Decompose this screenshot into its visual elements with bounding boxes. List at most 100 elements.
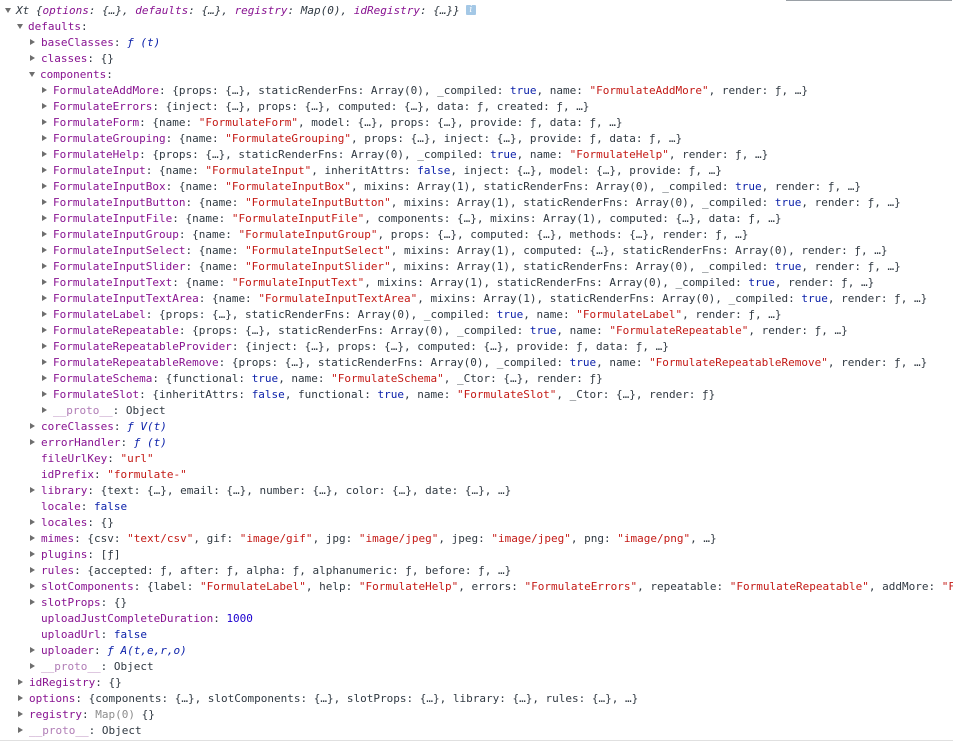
collapsed-triangle-icon[interactable] bbox=[30, 519, 35, 525]
property-value: : bbox=[80, 500, 94, 513]
property-row[interactable]: FormulateSlot: {inheritAttrs: false, fun… bbox=[41, 387, 715, 403]
collapsed-triangle-icon[interactable] bbox=[30, 567, 35, 573]
property-row[interactable]: FormulateInput: {name: "FormulateInput",… bbox=[41, 163, 722, 179]
collapsed-triangle-icon[interactable] bbox=[30, 583, 35, 589]
collapsed-triangle-icon[interactable] bbox=[42, 247, 47, 253]
property-value: , help: bbox=[305, 580, 359, 593]
property-row[interactable]: mimes: {csv: "text/csv", gif: "image/gif… bbox=[29, 531, 717, 547]
info-icon[interactable]: i bbox=[465, 5, 476, 15]
property-row[interactable]: idRegistry: {} bbox=[17, 675, 122, 691]
property-row[interactable]: classes: {} bbox=[29, 51, 114, 67]
property-value: "FormulateInputSlider" bbox=[245, 260, 391, 273]
property-row[interactable]: FormulateRepeatableRemove: {props: {…}, … bbox=[41, 355, 927, 371]
collapsed-triangle-icon[interactable] bbox=[42, 199, 47, 205]
property-key: FormulateInputFile bbox=[53, 212, 173, 225]
source-link-underline[interactable] bbox=[786, 0, 952, 1]
property-row[interactable]: __proto__: Object bbox=[41, 403, 166, 419]
property-row[interactable]: defaults: bbox=[17, 19, 88, 35]
collapsed-triangle-icon[interactable] bbox=[42, 359, 47, 365]
property-row[interactable]: FormulateInputGroup: {name: "FormulateIn… bbox=[41, 227, 748, 243]
collapsed-triangle-icon[interactable] bbox=[42, 151, 47, 157]
property-value: : {components: {…}, slotComponents: {…},… bbox=[75, 692, 639, 705]
property-row[interactable]: uploader: ƒ A(t,e,r,o) bbox=[29, 643, 187, 659]
property-value: , …} bbox=[690, 532, 717, 545]
property-row[interactable]: rules: {accepted: ƒ, after: ƒ, alpha: ƒ,… bbox=[29, 563, 511, 579]
property-row[interactable]: FormulateInputFile: {name: "FormulateInp… bbox=[41, 211, 782, 227]
collapsed-triangle-icon[interactable] bbox=[30, 663, 35, 669]
property-row[interactable]: baseClasses: ƒ (t) bbox=[29, 35, 160, 51]
collapsed-triangle-icon[interactable] bbox=[30, 55, 35, 61]
collapsed-triangle-icon[interactable] bbox=[42, 167, 47, 173]
collapsed-triangle-icon[interactable] bbox=[42, 103, 47, 109]
property-row[interactable]: library: {text: {…}, email: {…}, number:… bbox=[29, 483, 511, 499]
property-row[interactable]: FormulateInputText: {name: "FormulateInp… bbox=[41, 275, 874, 291]
collapsed-triangle-icon[interactable] bbox=[18, 727, 23, 733]
property-row[interactable]: FormulateInputSelect: {name: "FormulateI… bbox=[41, 243, 887, 259]
property-row[interactable]: FormulateAddMore: {props: {…}, staticRen… bbox=[41, 83, 808, 99]
expanded-triangle-icon[interactable] bbox=[5, 7, 11, 13]
property-row[interactable]: registry: Map(0) {} bbox=[17, 707, 155, 723]
collapsed-triangle-icon[interactable] bbox=[30, 39, 35, 45]
property-row[interactable]: locales: {} bbox=[29, 515, 114, 531]
property-row[interactable]: errorHandler: ƒ (t) bbox=[29, 435, 167, 451]
property-row[interactable]: FormulateInputSlider: {name: "FormulateI… bbox=[41, 259, 901, 275]
collapsed-triangle-icon[interactable] bbox=[42, 263, 47, 269]
collapsed-triangle-icon[interactable] bbox=[42, 407, 47, 413]
property-key: __proto__ bbox=[41, 660, 101, 673]
property-row[interactable]: FormulateErrors: {inject: {…}, props: {…… bbox=[41, 99, 589, 115]
property-row[interactable]: FormulateForm: {name: "FormulateForm", m… bbox=[41, 115, 623, 131]
property-row[interactable]: FormulateInputBox: {name: "FormulateInpu… bbox=[41, 179, 861, 195]
collapsed-triangle-icon[interactable] bbox=[42, 391, 47, 397]
property-row[interactable]: FormulateGrouping: {name: "FormulateGrou… bbox=[41, 131, 682, 147]
collapsed-triangle-icon[interactable] bbox=[18, 711, 23, 717]
property-value: "FormulateAddMore" bbox=[589, 84, 709, 97]
property-row[interactable]: FormulateInputTextArea: {name: "Formulat… bbox=[41, 291, 927, 307]
property-row[interactable]: FormulateHelp: {props: {…}, staticRender… bbox=[41, 147, 768, 163]
property-key: locales bbox=[41, 516, 88, 529]
property-row[interactable]: components: bbox=[29, 67, 113, 83]
property-row[interactable]: FormulateLabel: {props: {…}, staticRende… bbox=[41, 307, 782, 323]
property-row[interactable]: slotComponents: {label: "FormulateLabel"… bbox=[29, 579, 953, 595]
collapsed-triangle-icon[interactable] bbox=[42, 231, 47, 237]
collapsed-triangle-icon[interactable] bbox=[30, 551, 35, 557]
property-key: slotComponents bbox=[41, 580, 134, 593]
collapsed-triangle-icon[interactable] bbox=[18, 679, 23, 685]
collapsed-triangle-icon[interactable] bbox=[42, 135, 47, 141]
collapsed-triangle-icon[interactable] bbox=[30, 599, 35, 605]
property-row[interactable]: coreClasses: ƒ V(t) bbox=[29, 419, 167, 435]
property-row[interactable]: __proto__: Object bbox=[29, 659, 154, 675]
property-row[interactable]: plugins: [ƒ] bbox=[29, 547, 120, 563]
property-key: FormulateAddMore bbox=[53, 84, 159, 97]
collapsed-triangle-icon[interactable] bbox=[18, 695, 23, 701]
property-row[interactable]: options: {components: {…}, slotComponent… bbox=[17, 691, 638, 707]
collapsed-triangle-icon[interactable] bbox=[30, 647, 35, 653]
collapsed-triangle-icon[interactable] bbox=[30, 487, 35, 493]
collapsed-triangle-icon[interactable] bbox=[42, 119, 47, 125]
collapsed-triangle-icon[interactable] bbox=[42, 279, 47, 285]
collapsed-triangle-icon[interactable] bbox=[42, 375, 47, 381]
collapsed-triangle-icon[interactable] bbox=[30, 535, 35, 541]
collapsed-triangle-icon[interactable] bbox=[42, 295, 47, 301]
property-row[interactable]: FormulateRepeatableProvider: {inject: {…… bbox=[41, 339, 669, 355]
property-value: "FormulateInputButton" bbox=[245, 196, 391, 209]
property-row[interactable]: FormulateInputButton: {name: "FormulateI… bbox=[41, 195, 901, 211]
collapsed-triangle-icon[interactable] bbox=[42, 311, 47, 317]
property-row[interactable]: __proto__: Object bbox=[17, 723, 142, 739]
property-key: uploadUrl bbox=[41, 628, 101, 641]
property-key: FormulateSlot bbox=[53, 388, 140, 401]
property-row[interactable]: FormulateRepeatable: {props: {…}, static… bbox=[41, 323, 848, 339]
collapsed-triangle-icon[interactable] bbox=[30, 423, 35, 429]
collapsed-triangle-icon[interactable] bbox=[42, 327, 47, 333]
object-summary-row[interactable]: Xt {options: {…}, defaults: {…}, registr… bbox=[5, 3, 476, 19]
expanded-triangle-icon[interactable] bbox=[17, 23, 23, 29]
property-row[interactable]: FormulateSchema: {functional: true, name… bbox=[41, 371, 603, 387]
property-key: library bbox=[41, 484, 88, 497]
collapsed-triangle-icon[interactable] bbox=[42, 183, 47, 189]
property-row[interactable]: slotProps: {} bbox=[29, 595, 127, 611]
property-row: uploadUrl: false bbox=[29, 627, 147, 643]
collapsed-triangle-icon[interactable] bbox=[42, 87, 47, 93]
collapsed-triangle-icon[interactable] bbox=[42, 343, 47, 349]
collapsed-triangle-icon[interactable] bbox=[42, 215, 47, 221]
expanded-triangle-icon[interactable] bbox=[29, 71, 35, 77]
collapsed-triangle-icon[interactable] bbox=[30, 439, 35, 445]
